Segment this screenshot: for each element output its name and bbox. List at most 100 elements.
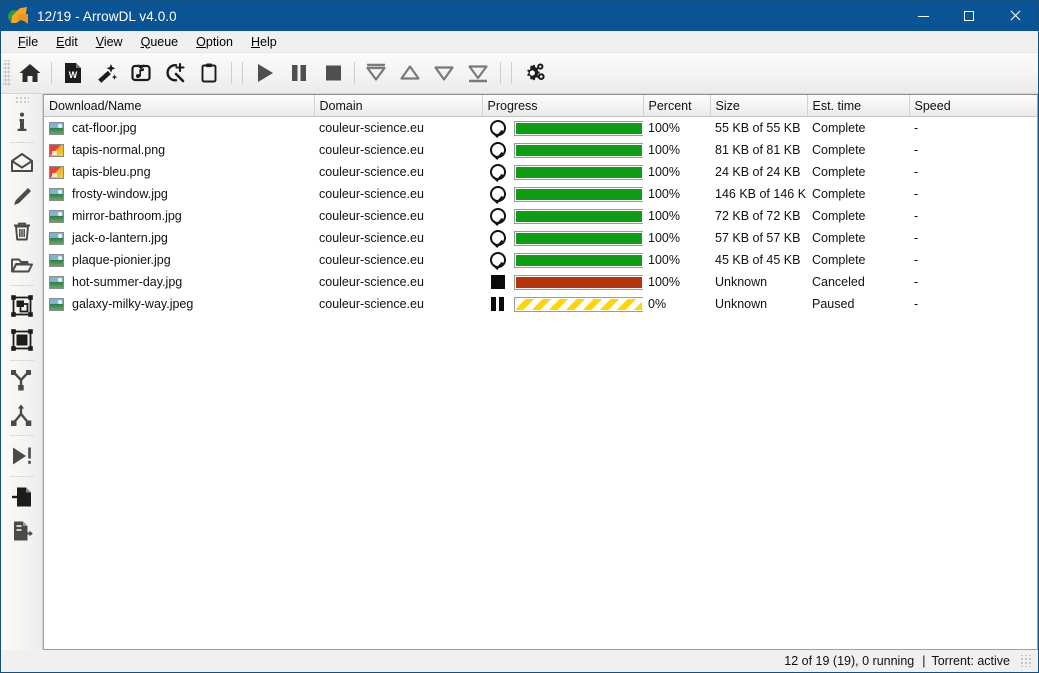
cell-domain: couleur-science.eu <box>314 249 482 271</box>
table-row[interactable]: tapis-normal.pngcouleur-science.eu100%81… <box>44 139 1037 161</box>
export-file-icon <box>11 520 33 542</box>
clipboard-icon <box>198 62 220 84</box>
move-bottom-icon <box>466 61 490 85</box>
close-button[interactable] <box>992 1 1038 31</box>
toolbar-grip[interactable] <box>3 60 11 86</box>
progress-bar <box>514 187 643 202</box>
cell-download-name[interactable]: plaque-pionier.jpg <box>44 249 314 271</box>
column-size[interactable]: Size <box>710 95 807 117</box>
column-speed[interactable]: Speed <box>909 95 1037 117</box>
arrowdl-window: 12/19 - ArrowDL v4.0.0 File Edit View Qu… <box>0 0 1039 673</box>
select-completed-button[interactable] <box>5 364 39 398</box>
cell-download-name[interactable]: cat-floor.jpg <box>44 117 314 140</box>
open-file-button[interactable] <box>5 146 39 180</box>
column-progress[interactable]: Progress <box>482 95 643 117</box>
paste-links-button[interactable] <box>192 56 226 90</box>
column-domain[interactable]: Domain <box>314 95 482 117</box>
cell-download-name[interactable]: mirror-bathroom.jpg <box>44 205 314 227</box>
folder-open-icon <box>10 254 34 276</box>
table-row[interactable]: frosty-window.jpgcouleur-science.eu100%1… <box>44 183 1037 205</box>
table-row[interactable]: mirror-bathroom.jpg couleur-science.eu 100… <box>44 205 1037 227</box>
menu-help[interactable]: Help <box>242 33 286 51</box>
download-table-wrap[interactable]: Download/Name Domain Progress Percent Si… <box>43 94 1038 650</box>
add-urls-button[interactable] <box>158 56 192 90</box>
close-icon <box>1009 10 1021 22</box>
move-down-icon <box>432 61 456 85</box>
canceled-stop-icon <box>491 275 505 289</box>
progress-bar <box>514 209 643 224</box>
sidebar-separator <box>10 360 34 361</box>
progress-bar <box>514 165 643 180</box>
left-toolbar <box>1 94 43 650</box>
menu-edit[interactable]: Edit <box>47 33 87 51</box>
delete-button[interactable] <box>5 214 39 248</box>
rename-button[interactable] <box>5 180 39 214</box>
force-start-button[interactable] <box>5 439 39 473</box>
move-bottom-button[interactable] <box>461 56 495 90</box>
cell-download-name[interactable]: tapis-normal.png <box>44 139 314 161</box>
menu-option[interactable]: Option <box>187 33 242 51</box>
home-button[interactable] <box>13 56 47 90</box>
jpg-file-icon <box>49 210 64 223</box>
move-down-button[interactable] <box>427 56 461 90</box>
progress-bar-fill <box>516 255 642 266</box>
cancel-button[interactable] <box>316 56 350 90</box>
pencil-icon <box>11 186 33 208</box>
table-row[interactable]: jack-o-lantern.jpgcouleur-science.eu100%… <box>44 227 1037 249</box>
cell-domain: couleur-science.eu <box>314 205 482 227</box>
cell-progress <box>482 183 643 205</box>
progress-bar <box>514 121 643 136</box>
add-stream-button[interactable] <box>124 56 158 90</box>
column-percent[interactable]: Percent <box>643 95 710 117</box>
magic-wand-icon <box>96 62 118 84</box>
file-name-label: mirror-bathroom.jpg <box>72 209 182 223</box>
invert-selection-button[interactable] <box>5 398 39 432</box>
minimize-button[interactable] <box>900 1 946 31</box>
move-up-button[interactable] <box>393 56 427 90</box>
cell-speed: - <box>909 227 1037 249</box>
cell-est-time: Complete <box>807 249 909 271</box>
sidebar-grip[interactable] <box>15 96 29 103</box>
menu-file[interactable]: File <box>9 33 47 51</box>
cell-percent: 100% <box>643 117 710 140</box>
preferences-button[interactable] <box>517 56 551 90</box>
status-bar: 12 of 19 (19), 0 running | Torrent: acti… <box>1 650 1038 672</box>
progress-bar-fill <box>516 233 642 244</box>
select-none-button[interactable] <box>5 323 39 357</box>
cell-download-name[interactable]: jack-o-lantern.jpg <box>44 227 314 249</box>
table-row[interactable]: tapis-bleu.pngcouleur-science.eu100%24 K… <box>44 161 1037 183</box>
menu-view[interactable]: View <box>87 33 132 51</box>
import-button[interactable] <box>5 480 39 514</box>
export-button[interactable] <box>5 514 39 548</box>
cell-domain: couleur-science.eu <box>314 183 482 205</box>
open-folder-button[interactable] <box>5 248 39 282</box>
add-batch-button[interactable] <box>90 56 124 90</box>
cell-download-name[interactable]: tapis-bleu.png <box>44 161 314 183</box>
cell-download-name[interactable]: frosty-window.jpg <box>44 183 314 205</box>
table-row[interactable]: plaque-pionier.jpgcouleur-science.eu100%… <box>44 249 1037 271</box>
column-est-time[interactable]: Est. time <box>807 95 909 117</box>
cell-download-name[interactable]: hot-summer-day.jpg <box>44 271 314 293</box>
table-row[interactable]: galaxy-milky-way.jpegcouleur-science.eu0… <box>44 293 1037 315</box>
table-row[interactable]: cat-floor.jpgcouleur-science.eu100%55 KB… <box>44 117 1037 140</box>
cell-percent: 100% <box>643 205 710 227</box>
cell-progress <box>482 249 643 271</box>
cell-progress <box>482 293 643 315</box>
information-button[interactable] <box>5 105 39 139</box>
table-row[interactable]: hot-summer-day.jpgcouleur-science.eu100%… <box>44 271 1037 293</box>
cell-speed: - <box>909 161 1037 183</box>
add-content-button[interactable]: W <box>56 56 90 90</box>
maximize-button[interactable] <box>946 1 992 31</box>
complete-check-icon <box>490 120 506 136</box>
resize-grip[interactable] <box>1020 655 1032 667</box>
move-up-icon <box>398 61 422 85</box>
cell-download-name[interactable]: galaxy-milky-way.jpeg <box>44 293 314 315</box>
select-all-button[interactable] <box>5 289 39 323</box>
menu-queue[interactable]: Queue <box>132 33 188 51</box>
column-download-name[interactable]: Download/Name <box>44 95 314 117</box>
cell-percent: 100% <box>643 161 710 183</box>
menu-view-label: iew <box>104 35 123 49</box>
pause-button[interactable] <box>282 56 316 90</box>
resume-button[interactable] <box>248 56 282 90</box>
move-top-button[interactable] <box>359 56 393 90</box>
